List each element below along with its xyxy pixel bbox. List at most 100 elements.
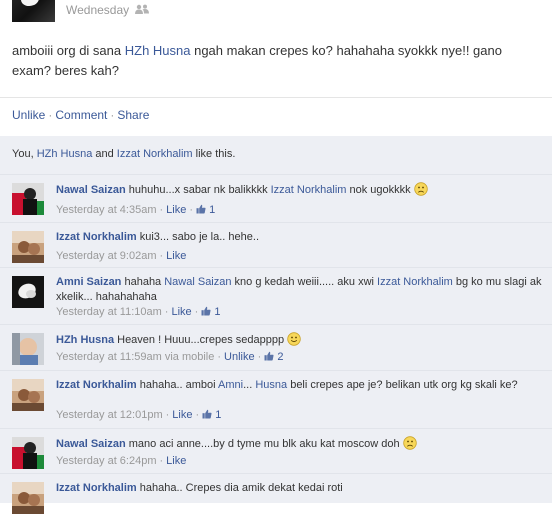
comment-timestamp[interactable]: Yesterday at 12:01pm xyxy=(56,409,163,421)
sad-smiley-icon xyxy=(402,436,417,450)
mention-link[interactable]: Izzat Norkhalim xyxy=(271,184,347,196)
smiley-icon xyxy=(287,332,301,346)
mention-link[interactable]: Amni xyxy=(218,379,243,391)
liker-link[interactable]: Izzat Norkhalim xyxy=(117,148,193,160)
thumbs-up-icon xyxy=(201,306,211,318)
comment-like-button[interactable]: Like xyxy=(166,455,186,467)
comment-like-button[interactable]: Like xyxy=(166,250,186,262)
post-message: amboiii org di sana HZh Husna ngah makan… xyxy=(12,41,532,81)
comment-text: hahaha xyxy=(124,276,165,288)
commenter-avatar[interactable] xyxy=(12,379,44,411)
comment-like-button[interactable]: Like xyxy=(172,409,192,421)
comment-unlike-button[interactable]: Unlike xyxy=(224,351,255,363)
liker-link[interactable]: HZh Husna xyxy=(37,148,93,160)
likes-text: You, HZh Husna and Izzat Norkhalim like … xyxy=(12,148,235,160)
comment-meta: Yesterday at 11:59am via mobile · Unlike · … xyxy=(56,351,283,363)
commenter-avatar[interactable] xyxy=(12,482,44,514)
likes-suffix: like this. xyxy=(192,148,236,160)
mention-link[interactable]: Nawal Saizan xyxy=(164,276,231,288)
comment-body: Nawal Saizan huhuhu...x sabar nk balikkk… xyxy=(56,182,542,198)
post-text-start: amboiii org di sana xyxy=(12,43,125,58)
comment-body: Izzat Norkhalim kui3... sabo je la.. heh… xyxy=(56,230,542,245)
comment-row: Izzat Norkhalim kui3... sabo je la.. heh… xyxy=(0,222,552,267)
commenter-avatar[interactable] xyxy=(12,333,44,365)
likes-summary: You, HZh Husna and Izzat Norkhalim like … xyxy=(0,136,552,174)
story-header: Wednesday xyxy=(0,0,552,22)
comment-body: Nawal Saizan mano aci anne....by d tyme … xyxy=(56,436,542,452)
separator: · xyxy=(217,351,222,363)
separator: · xyxy=(48,108,53,122)
comment-text: huhuhu...x sabar nk balikkkk xyxy=(128,184,271,196)
commenter-avatar[interactable] xyxy=(12,183,44,215)
comment-meta: Yesterday at 11:10am · Like · 1 xyxy=(56,306,221,318)
like-count-number: 1 xyxy=(211,306,221,318)
comment-text: mano aci anne....by d tyme mu blk aku ka… xyxy=(128,438,403,450)
separator: · xyxy=(165,409,170,421)
separator: · xyxy=(195,409,200,421)
comment-text: kno g kedah weiii..... aku xwi xyxy=(231,276,378,288)
likes-you: You, xyxy=(12,148,37,160)
thumbs-up-icon xyxy=(196,204,206,216)
comment-like-count[interactable]: 1 xyxy=(196,204,215,216)
comment-like-count[interactable]: 2 xyxy=(264,351,283,363)
separator: · xyxy=(189,204,194,216)
divider xyxy=(0,97,552,98)
separator: · xyxy=(159,250,164,262)
comment-like-count[interactable]: 1 xyxy=(201,306,221,318)
comment-body: HZh Husna Heaven ! Huuu...crepes sedappp… xyxy=(56,332,542,348)
likes-and: and xyxy=(92,148,117,160)
comment-list: Nawal Saizan huhuhu...x sabar nk balikkk… xyxy=(0,174,552,514)
comment-text: hahaha.. amboi xyxy=(139,379,219,391)
comment-author-link[interactable]: Izzat Norkhalim xyxy=(56,379,137,391)
comment-timestamp[interactable]: Yesterday at 11:10am xyxy=(56,306,162,318)
commenter-avatar[interactable] xyxy=(12,437,44,469)
comment-text: hahaha.. Crepes dia amik dekat kedai rot… xyxy=(139,482,343,494)
mention-link[interactable]: Izzat Norkhalim xyxy=(377,276,453,288)
story-date[interactable]: Wednesday xyxy=(66,3,129,17)
author-avatar[interactable] xyxy=(12,0,55,22)
story-actions: Unlike · Comment · Share xyxy=(12,108,149,122)
thumbs-up-icon xyxy=(202,409,212,421)
comment-like-button[interactable]: Like xyxy=(171,306,191,318)
comment-text: Heaven ! Huuu...crepes sedapppp xyxy=(117,334,288,346)
unlike-button[interactable]: Unlike xyxy=(12,108,45,122)
comment-author-link[interactable]: Izzat Norkhalim xyxy=(56,482,137,494)
friends-icon[interactable] xyxy=(135,4,149,14)
comment-timestamp[interactable]: Yesterday at 11:59am via mobile xyxy=(56,351,214,363)
thumbs-up-icon xyxy=(264,351,274,363)
comment-like-count[interactable]: 1 xyxy=(202,409,221,421)
comment-text: kui3... sabo je la.. hehe.. xyxy=(139,231,259,243)
tagged-user-link[interactable]: HZh Husna xyxy=(125,43,191,58)
sad-smiley-icon xyxy=(413,182,428,196)
comment-author-link[interactable]: Nawal Saizan xyxy=(56,184,126,196)
commenter-avatar[interactable] xyxy=(12,276,44,308)
separator: · xyxy=(110,108,115,122)
comment-author-link[interactable]: Amni Saizan xyxy=(56,276,121,288)
separator: · xyxy=(159,455,164,467)
comment-author-link[interactable]: Nawal Saizan xyxy=(56,438,126,450)
comment-timestamp[interactable]: Yesterday at 4:35am xyxy=(56,204,157,216)
comment-text: nok ugokkkk xyxy=(346,184,414,196)
comment-timestamp[interactable]: Yesterday at 6:24pm xyxy=(56,455,157,467)
like-count-number: 1 xyxy=(206,204,216,216)
comment-row: Nawal Saizan mano aci anne....by d tyme … xyxy=(0,428,552,473)
commenter-avatar[interactable] xyxy=(12,231,44,263)
comment-button[interactable]: Comment xyxy=(55,108,107,122)
mention-link[interactable]: Husna xyxy=(255,379,287,391)
comment-body: Izzat Norkhalim hahaha.. amboi Amni... H… xyxy=(56,378,542,393)
comment-body: Izzat Norkhalim hahaha.. Crepes dia amik… xyxy=(56,481,542,496)
comment-meta: Yesterday at 12:01pm · Like · 1 xyxy=(56,409,221,421)
share-button[interactable]: Share xyxy=(117,108,149,122)
separator: · xyxy=(194,306,199,318)
comment-author-link[interactable]: HZh Husna xyxy=(56,334,114,346)
comment-like-button[interactable]: Like xyxy=(166,204,186,216)
comment-row: Amni Saizan hahaha Nawal Saizan kno g ke… xyxy=(0,267,552,324)
comment-author-link[interactable]: Izzat Norkhalim xyxy=(56,231,137,243)
comment-timestamp[interactable]: Yesterday at 9:02am xyxy=(56,250,157,262)
comment-row: Nawal Saizan huhuhu...x sabar nk balikkk… xyxy=(0,174,552,222)
comment-meta: Yesterday at 6:24pm · Like xyxy=(56,455,186,467)
comment-row: HZh Husna Heaven ! Huuu...crepes sedappp… xyxy=(0,324,552,370)
separator: · xyxy=(159,204,164,216)
comment-body: Amni Saizan hahaha Nawal Saizan kno g ke… xyxy=(56,275,542,305)
comment-row: Izzat Norkhalim hahaha.. amboi Amni... H… xyxy=(0,370,552,428)
